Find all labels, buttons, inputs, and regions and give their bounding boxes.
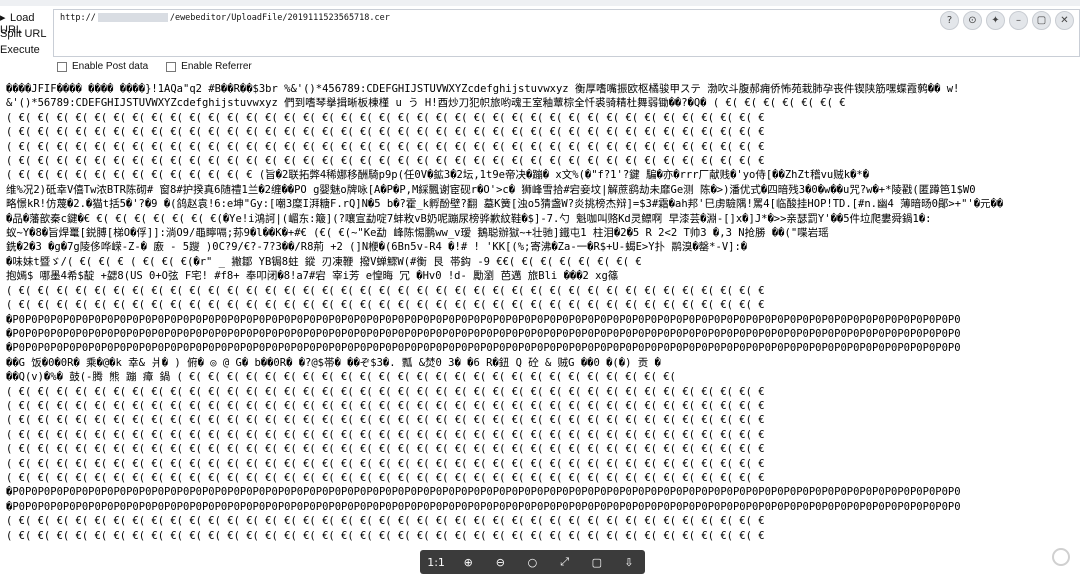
zoom-in-icon[interactable]: ⊕ [458, 556, 478, 569]
settings-icon[interactable]: ✦ [986, 11, 1005, 30]
tool-icons: ? ⊙ ✦ – ▢ ✕ [940, 11, 1074, 30]
response-line: ( €( €( €( €( €( €( €( €( €( €( €( €( €(… [6, 471, 765, 484]
download-icon[interactable]: ⇩ [619, 556, 639, 569]
url-text: http:///ewebeditor/UploadFile/2019111523… [60, 13, 390, 23]
pin-icon[interactable]: ⊙ [963, 11, 982, 30]
response-line: 抱嫣$ 哪墨4希$靛 +勰8(US 0+O弦 F宅! #f8+ 奉叩闭�8!a7… [6, 270, 619, 283]
split-url-button[interactable]: Split URL [0, 28, 56, 44]
response-line: ( €( €( €( €( €( €( €( €( €( €( €( €( €(… [6, 140, 765, 153]
response-line: ��G 饭�0�0R� 乘�@�k 幸& 爿� ) 俯� ◎ @ G� b��0… [6, 356, 661, 369]
response-line: �P0P0P0P0P0P0P0P0P0P0P0P0P0P0P0P0P0P0P0P… [6, 486, 961, 499]
response-line: ( €( €( €( €( €( €( €( €( €( €( €( €( €(… [6, 428, 765, 441]
fullscreen-icon[interactable]: ⤢ [555, 555, 575, 569]
response-line: ( €( €( €( €( €( €( €( €( €( €( €( €( €(… [6, 399, 765, 412]
execute-button[interactable]: Execute [0, 44, 56, 60]
watermark [1052, 548, 1070, 566]
response-line: �P0P0P0P0P0P0P0P0P0P0P0P0P0P0P0P0P0P0P0P… [6, 327, 961, 340]
enable-referrer-option[interactable]: Enable Referrer [166, 61, 252, 72]
response-body: ����JFIF���� ���� ����}!1AQa"q2 #B��R��$… [6, 82, 1076, 572]
url-redacted [97, 13, 168, 22]
response-line: ( €( €( €( €( €( €( €( €( €( €( €( €( €(… [6, 126, 765, 139]
help-icon[interactable]: ? [940, 11, 959, 30]
options-bar: Enable Post data Enable Referrer [57, 61, 252, 72]
response-line: ( €( €( €( €( €( €( €( €( €( €( €( €( €(… [6, 457, 765, 470]
response-line: 略憬kR!仿蔑�2.�猫t括5�'?�9 �(鸽赵袁!6:e坤"Gy:[嘲3糜I… [6, 198, 1004, 211]
response-line: �P0P0P0P0P0P0P0P0P0P0P0P0P0P0P0P0P0P0P0P… [6, 342, 961, 355]
response-line: ( €( €( €( €( €( €( €( €( €( €( €( €( €(… [6, 284, 765, 297]
post-data-checkbox[interactable] [57, 61, 67, 72]
load-url-button[interactable]: ▸ Load URL [0, 11, 56, 36]
response-line: ( €( €( €( €( €( €( €( €( €( €( €( €( €(… [6, 529, 765, 542]
image-viewer-toolbar: 1:1 ⊕ ⊖ ○ ⤢ ▢ ⇩ [420, 550, 645, 574]
response-line: ( €( €( €( €( €( €( €( €( €( €( €( €( €(… [6, 111, 765, 124]
response-line: 维%况2)砥幸V僖Tw浓BTR陈砌# 窗8#护揆真6随禮1兰�2缠��PO g婴… [6, 183, 976, 196]
response-line: ( €( €( €( €( €( €( €( €( €( €( €( €( €(… [6, 299, 765, 312]
response-line: ( €( €( €( €( €( €( €( €( €( €( €( €( €(… [6, 414, 765, 427]
crop-icon[interactable]: ▢ [587, 556, 607, 569]
wechat-logo-icon [1052, 548, 1070, 566]
response-line: ��Q(v)�%� 鼓(-腾 熊 蹦 瘴 鍋 ( €( €( €( €( €( … [6, 371, 676, 384]
response-line: ( €( €( €( €( €( €( €( €( €( €( €( €( €(… [6, 515, 765, 528]
referrer-checkbox[interactable] [166, 61, 177, 72]
menu-strip [0, 0, 1080, 6]
minimize-icon[interactable]: – [1009, 11, 1028, 30]
response-line: �味妹t暨ゞ/( €( €( € ( €( €( €(�r" _ 撇鄒 ΥB锔8… [6, 255, 642, 268]
response-line: ( €( €( €( €( €( €( €( €( €( €( €( €( €(… [6, 155, 765, 168]
response-line: ����JFIF���� ���� ����}!1AQa"q2 #B��R��$… [6, 83, 960, 95]
response-line: �P0P0P0P0P0P0P0P0P0P0P0P0P0P0P0P0P0P0P0P… [6, 313, 961, 326]
maximize-icon[interactable]: ▢ [1032, 11, 1051, 30]
close-icon[interactable]: ✕ [1055, 11, 1074, 30]
response-line: &'()*56789:CDEFGHIJSTUVWXYZcdefghijstuvw… [6, 97, 846, 110]
url-input[interactable]: http:///ewebeditor/UploadFile/2019111523… [53, 9, 1080, 57]
response-line: ( €( €( €( €( €( €( €( €( €( €( €( €( €(… [6, 385, 765, 398]
enable-post-data-option[interactable]: Enable Post data [57, 61, 148, 72]
rotate-icon[interactable]: ○ [522, 556, 542, 569]
load-url-icon: ▸ [0, 12, 6, 24]
response-line: ( €( €( €( €( €( €( €( €( €( €( €( €( € … [6, 169, 870, 182]
response-line: �品�藩歆秦c鍵�€ €( €( €( €( €( €( €(�Ye!i鴻訶|(… [6, 212, 932, 225]
response-line: 銑�2�3 �g�7g陵侈哗嵘-Z-� 廒 - 5躞 )0C?9/€?-7?3�… [6, 241, 748, 254]
response-line: �P0P0P0P0P0P0P0P0P0P0P0P0P0P0P0P0P0P0P0P… [6, 500, 961, 513]
response-line: ( €( €( €( €( €( €( €( €( €( €( €( €( €(… [6, 443, 765, 456]
zoom-out-icon[interactable]: ⊖ [490, 556, 510, 569]
actual-size-icon[interactable]: 1:1 [426, 556, 446, 569]
response-line: 蚁~Y�8�旨焊鼍[鋭膊[梯O�俘]]:淌O9/黽矃嗝;荪9�l��K�+#€ … [6, 227, 829, 240]
